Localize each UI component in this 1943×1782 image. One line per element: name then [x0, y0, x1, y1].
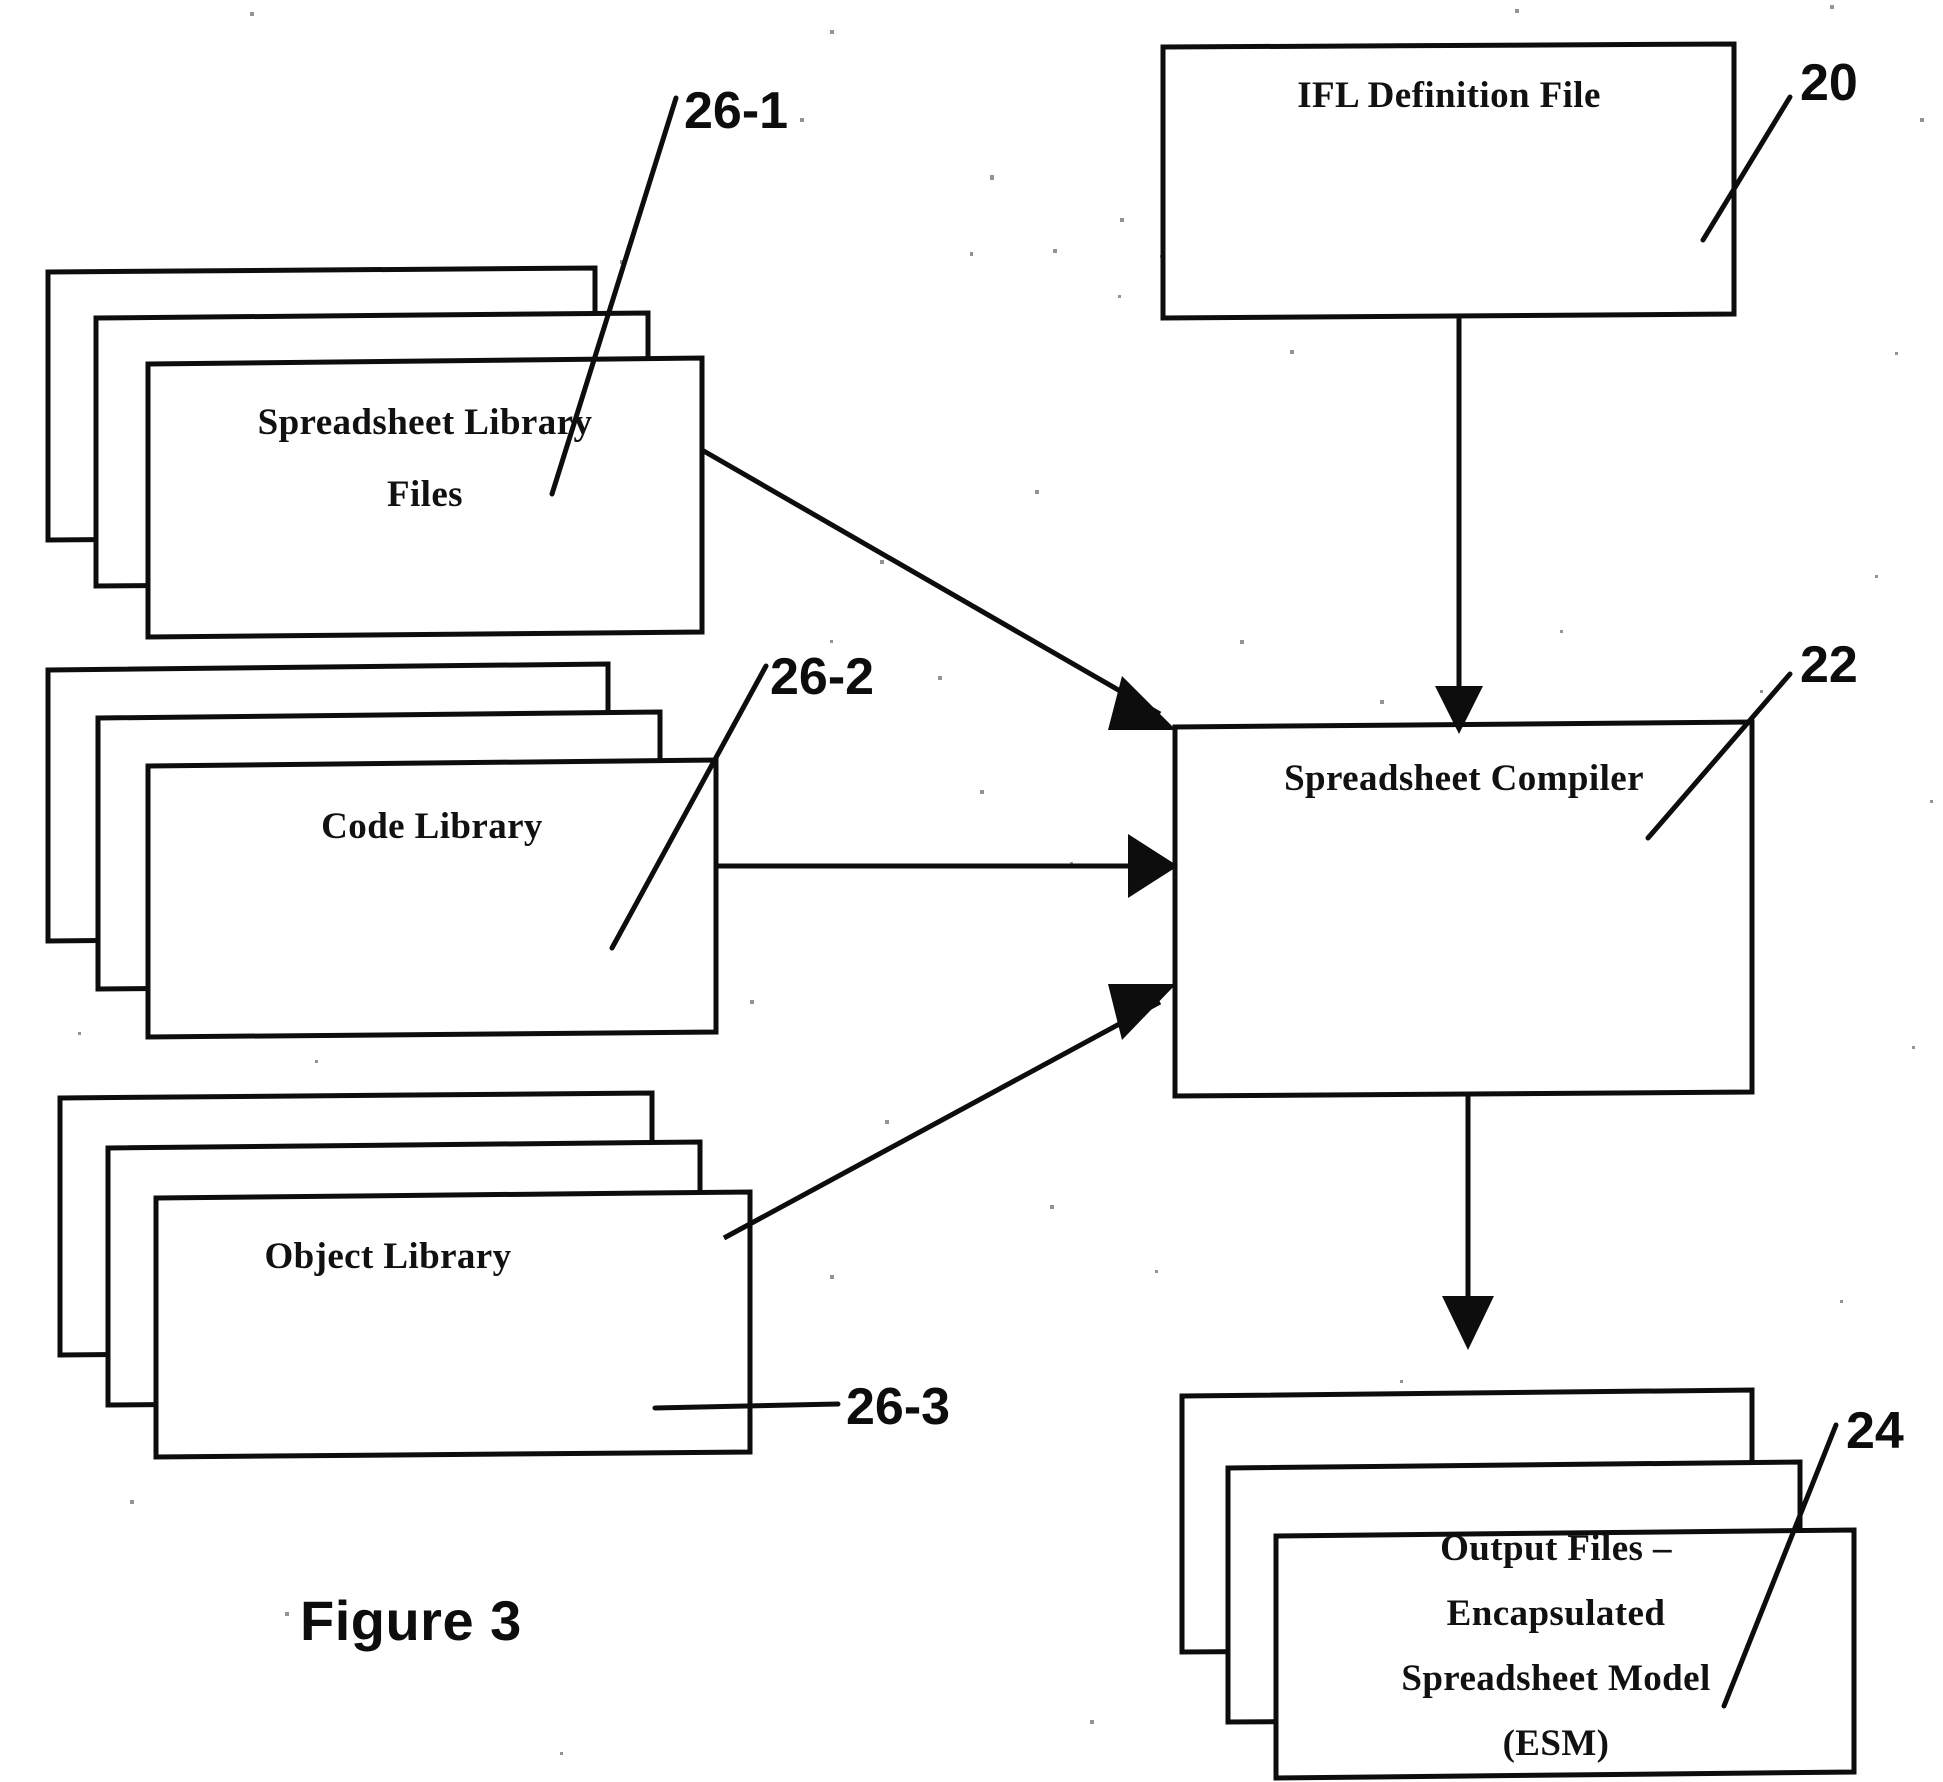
ref-24-number: 24: [1846, 1402, 1904, 1460]
figure-caption: Figure 3: [300, 1589, 522, 1652]
edge-code-library-to-compiler: [716, 834, 1178, 898]
spreadsheet-library-files-label-line-1: Spreadsheet Library: [258, 402, 593, 443]
edge-code-library-to-compiler-arrowhead: [1128, 834, 1178, 898]
edge-compiler-to-output: [1442, 1096, 1494, 1350]
output-files-esm-label-line-1: Output Files –: [1440, 1528, 1672, 1569]
spreadsheet-library-files-label-line-2: Files: [387, 474, 463, 515]
edge-compiler-to-output-arrowhead: [1442, 1296, 1494, 1350]
ref-26-3-number: 26-3: [846, 1378, 950, 1436]
code-library-sheet-1[interactable]: [145, 757, 719, 1040]
ref-20-number: 20: [1800, 54, 1858, 112]
edge-object-library-to-compiler: [722, 984, 1176, 1241]
edge-object-library-to-compiler-arrowhead: [1108, 984, 1176, 1040]
node-code-library[interactable]: Code Library: [45, 661, 719, 1040]
code-library-label: Code Library: [321, 806, 543, 847]
node-ifl-definition-file[interactable]: IFL Definition File: [1160, 41, 1737, 321]
object-library-label: Object Library: [264, 1236, 511, 1277]
edge-object-library-to-compiler-line: [722, 999, 1162, 1241]
ref-22-number: 22: [1800, 636, 1858, 694]
node-object-library[interactable]: Object Library: [57, 1090, 753, 1460]
patent-figure-3: IFL Definition File 20 Spreadsheet Compi…: [0, 0, 1943, 1782]
edge-ifl-to-compiler: [1435, 318, 1483, 734]
figure-diagram: IFL Definition File 20 Spreadsheet Compi…: [45, 5, 1933, 1781]
output-files-esm-label-line-3: Spreadsheet Model: [1401, 1658, 1710, 1699]
ref-26-2-number: 26-2: [770, 648, 874, 706]
output-files-esm-label-line-2: Encapsulated: [1447, 1593, 1666, 1634]
spreadsheet-compiler-label: Spreadsheet Compiler: [1284, 758, 1644, 799]
node-spreadsheet-compiler[interactable]: Spreadsheet Compiler: [1172, 719, 1755, 1099]
node-output-files-esm[interactable]: Output Files – Encapsulated Spreadsheet …: [1179, 1387, 1857, 1781]
ifl-definition-file-label: IFL Definition File: [1297, 75, 1601, 116]
edge-spreadsheet-library-to-compiler-arrowhead: [1108, 676, 1176, 730]
object-library-sheet-1[interactable]: [153, 1189, 753, 1460]
ref-26-1-number: 26-1: [684, 82, 788, 140]
output-files-esm-label-line-4: (ESM): [1503, 1723, 1610, 1764]
